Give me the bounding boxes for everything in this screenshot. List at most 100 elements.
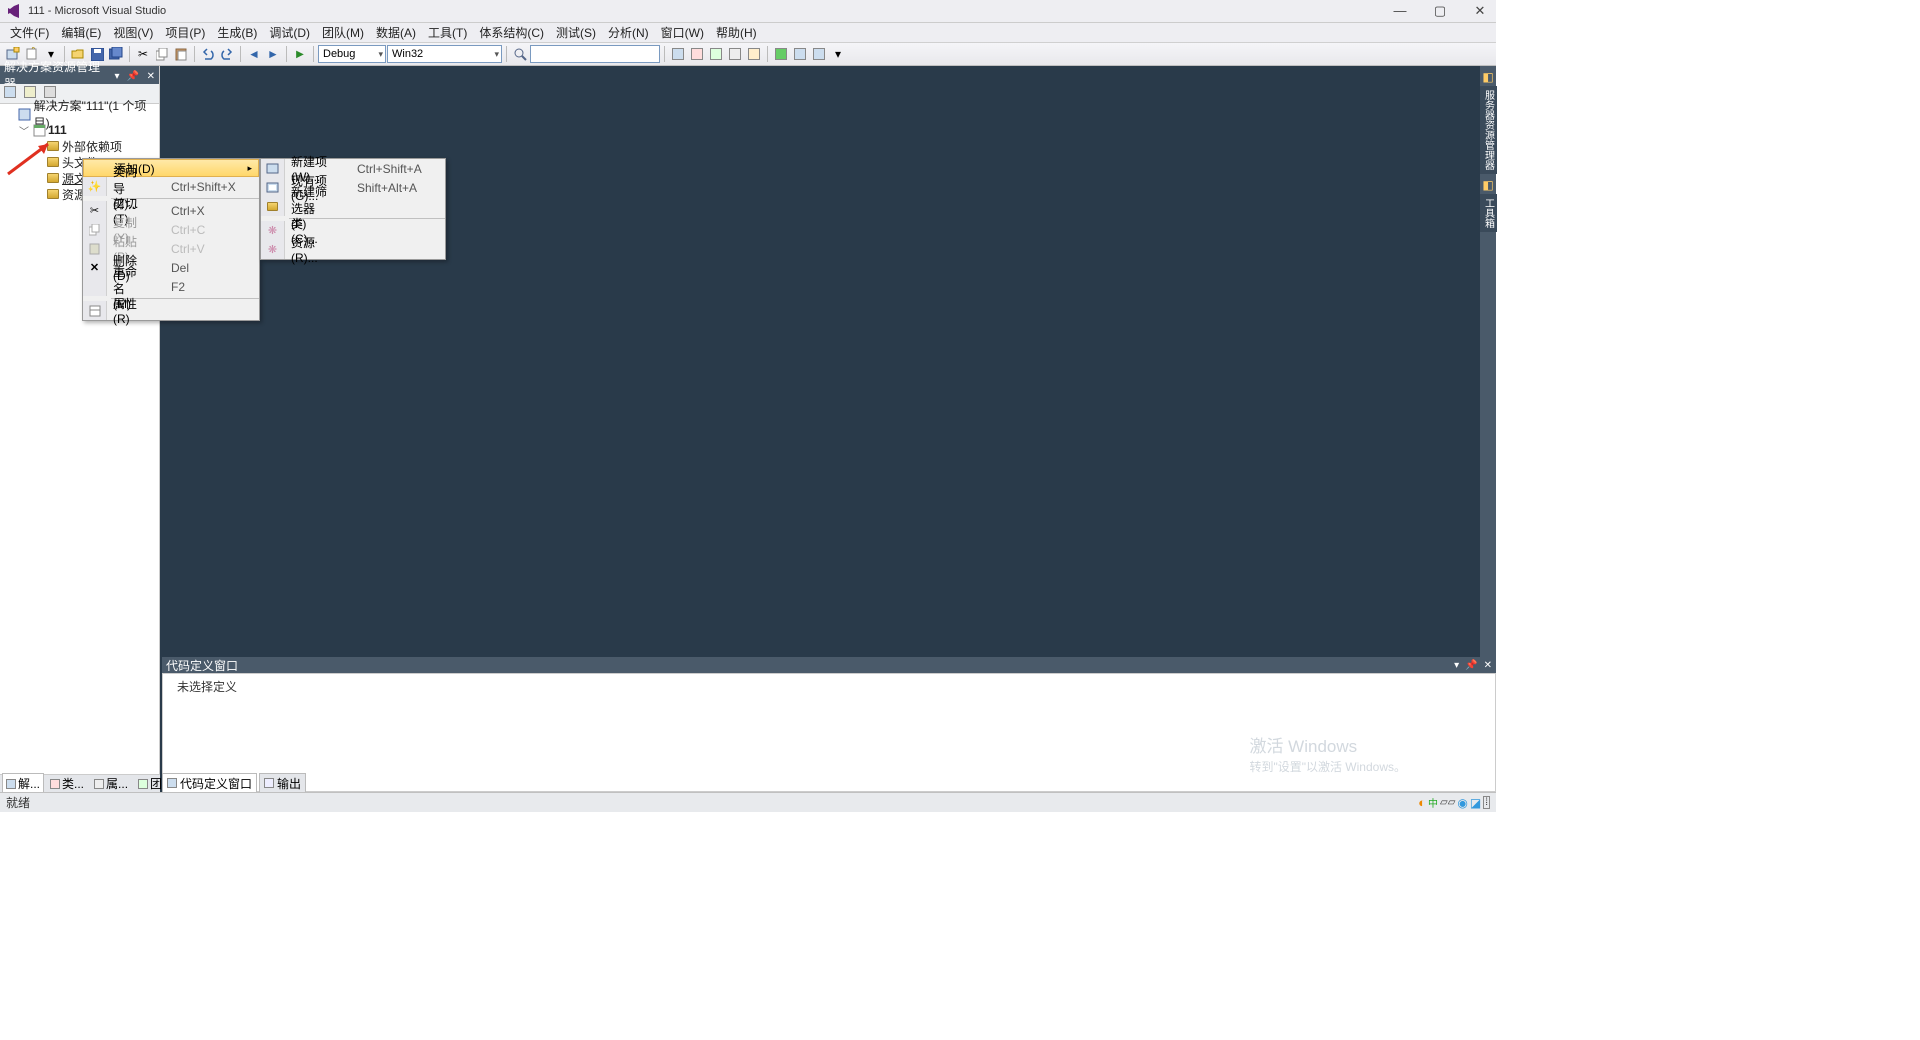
tray-icon[interactable]: ◉: [1457, 796, 1467, 810]
solution-icon: [18, 107, 32, 121]
se-home-icon[interactable]: [4, 86, 20, 102]
code-definition-header: 代码定义窗口 ▾ 📌 ✕: [162, 657, 1496, 673]
cm-item-new-filter[interactable]: 新建筛选器(F): [261, 197, 445, 216]
folder-icon: [261, 197, 285, 216]
paste-icon[interactable]: [172, 45, 190, 63]
nav-forward-icon[interactable]: ►: [264, 45, 282, 63]
menu-view[interactable]: 视图(V): [107, 22, 159, 43]
tb-misc-4-icon[interactable]: [726, 45, 744, 63]
cm-item-add[interactable]: 添加(D) ▸: [83, 159, 259, 177]
menu-file[interactable]: 文件(F): [4, 22, 55, 43]
menu-tools[interactable]: 工具(T): [422, 22, 473, 43]
project-icon: [32, 123, 46, 137]
cm-item-rename[interactable]: 重命名(M) F2: [83, 277, 259, 296]
tb-misc-5-icon[interactable]: [745, 45, 763, 63]
undo-icon[interactable]: [199, 45, 217, 63]
tray-icon[interactable]: ◪: [1470, 796, 1481, 810]
find-input[interactable]: [530, 45, 660, 63]
tb-misc-8-icon[interactable]: [810, 45, 828, 63]
toolbar-separator: [313, 46, 314, 62]
toolbar-separator: [194, 46, 195, 62]
title-bar: 111 - Microsoft Visual Studio — ▢ ✕: [0, 0, 1496, 23]
menu-project[interactable]: 项目(P): [159, 22, 211, 43]
cm-item-copy[interactable]: 复制(Y) Ctrl+C: [83, 220, 259, 239]
copy-icon[interactable]: [153, 45, 171, 63]
close-button[interactable]: ✕: [1470, 3, 1490, 19]
context-menu-primary: 添加(D) ▸ ✨ 类向导(Z)... Ctrl+Shift+X ✂ 剪切(T)…: [82, 158, 260, 321]
panel-pin-icon[interactable]: 📌: [1465, 660, 1477, 671]
tray-icon[interactable]: ▱▱: [1440, 797, 1455, 808]
cut-icon[interactable]: ✂: [134, 45, 152, 63]
wand-icon: ✨: [83, 177, 107, 196]
menu-bar: 文件(F) 编辑(E) 视图(V) 项目(P) 生成(B) 调试(D) 团队(M…: [0, 23, 1496, 43]
solution-node[interactable]: 解决方案"111"(1 个项目): [0, 106, 159, 122]
menu-analyze[interactable]: 分析(N): [602, 22, 655, 43]
folder-icon: [46, 171, 60, 185]
platform-dropdown[interactable]: Win32: [387, 45, 502, 63]
start-debug-icon[interactable]: ▶: [291, 45, 309, 63]
cm-item-cut[interactable]: ✂ 剪切(T) Ctrl+X: [83, 201, 259, 220]
panel-dropdown-icon[interactable]: ▾: [1454, 660, 1459, 671]
menu-debug[interactable]: 调试(D): [263, 22, 316, 43]
right-tab-server-explorer[interactable]: 服务器资源管理器: [1480, 86, 1497, 174]
toolbar-separator: [240, 46, 241, 62]
find-icon[interactable]: [511, 45, 529, 63]
tab-output[interactable]: 输出: [259, 773, 306, 794]
folder-icon: [46, 187, 60, 201]
nav-back-icon[interactable]: ◄: [245, 45, 263, 63]
cm-item-class-wizard[interactable]: ✨ 类向导(Z)... Ctrl+Shift+X: [83, 177, 259, 196]
tray-icon[interactable]: ⁞: [1483, 796, 1490, 809]
panel-pin-icon[interactable]: 📌: [127, 71, 139, 82]
tb-misc-6-icon[interactable]: [772, 45, 790, 63]
properties-icon: [83, 301, 107, 320]
right-tab-icon[interactable]: ◧: [1482, 70, 1493, 84]
tb-misc-3-icon[interactable]: [707, 45, 725, 63]
code-definition-panel: 代码定义窗口 ▾ 📌 ✕ 未选择定义: [162, 657, 1496, 792]
tb-misc-1-icon[interactable]: [669, 45, 687, 63]
panel-close-icon[interactable]: ✕: [147, 71, 155, 82]
window-controls: — ▢ ✕: [1390, 3, 1490, 19]
folder-external-deps[interactable]: 外部依赖项: [0, 138, 159, 154]
vs-logo-icon: [6, 3, 22, 19]
tray-icon[interactable]: 中: [1428, 795, 1438, 810]
tb-misc-2-icon[interactable]: [688, 45, 706, 63]
existing-item-icon: [261, 178, 285, 197]
toolbar-separator: [506, 46, 507, 62]
redo-icon[interactable]: [218, 45, 236, 63]
right-tab-icon[interactable]: ◧: [1482, 178, 1493, 192]
panel-dropdown-icon[interactable]: ▾: [114, 71, 119, 82]
window-title: 111 - Microsoft Visual Studio: [28, 5, 166, 17]
cm-item-properties[interactable]: 属性(R): [83, 301, 259, 320]
config-dropdown[interactable]: Debug: [318, 45, 386, 63]
tb-misc-7-icon[interactable]: [791, 45, 809, 63]
menu-edit[interactable]: 编辑(E): [55, 22, 107, 43]
cm-item-paste[interactable]: 粘贴(P) Ctrl+V: [83, 239, 259, 258]
minimize-button[interactable]: —: [1390, 3, 1410, 19]
right-tab-toolbox[interactable]: 工具箱: [1480, 194, 1497, 232]
menu-architecture[interactable]: 体系结构(C): [473, 22, 550, 43]
panel-close-icon[interactable]: ✕: [1484, 660, 1492, 671]
cm-item-delete[interactable]: ✕ 删除(D) Del: [83, 258, 259, 277]
menu-team[interactable]: 团队(M): [316, 22, 370, 43]
status-tray: ◐ 中 ▱▱ ◉ ◪ ⁞: [1418, 795, 1490, 810]
toolbar-separator: [664, 46, 665, 62]
submenu-arrow-icon: ▸: [247, 163, 252, 174]
tray-icon[interactable]: ◐: [1418, 795, 1426, 810]
delete-icon: ✕: [83, 258, 107, 277]
tab-class-view[interactable]: 类...: [46, 773, 88, 794]
cm-item-resource[interactable]: ❋ 资源(R)...: [261, 240, 445, 259]
menu-window[interactable]: 窗口(W): [655, 22, 710, 43]
menu-test[interactable]: 测试(S): [550, 22, 602, 43]
maximize-button[interactable]: ▢: [1430, 3, 1450, 19]
menu-data[interactable]: 数据(A): [370, 22, 422, 43]
cut-icon: ✂: [83, 201, 107, 220]
resource-icon: ❋: [261, 240, 285, 259]
tab-solution-explorer[interactable]: 解...: [2, 773, 44, 794]
menu-build[interactable]: 生成(B): [211, 22, 263, 43]
tab-code-definition[interactable]: 代码定义窗口: [162, 773, 257, 794]
tb-misc-9-icon[interactable]: ▾: [829, 45, 847, 63]
tab-properties[interactable]: 属...: [90, 773, 132, 794]
toolbar-separator: [767, 46, 768, 62]
expander-icon[interactable]: ﹀: [18, 123, 30, 138]
menu-help[interactable]: 帮助(H): [710, 22, 763, 43]
